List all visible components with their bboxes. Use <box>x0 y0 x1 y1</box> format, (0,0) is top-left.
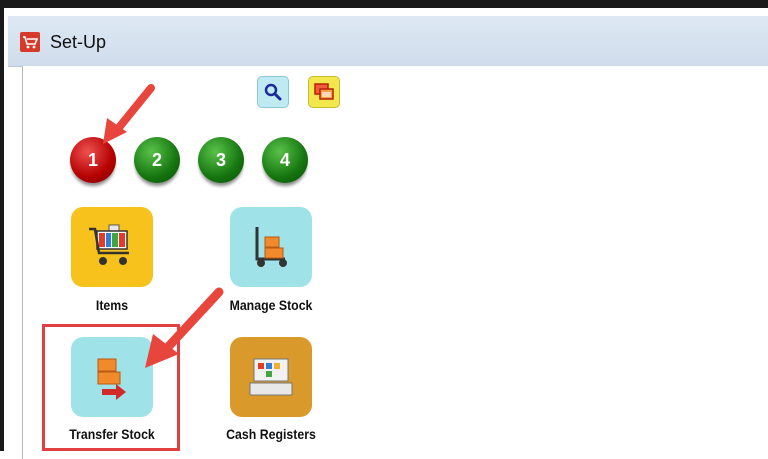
manage-stock-label: Manage Stock <box>229 297 313 313</box>
content-area <box>352 66 768 459</box>
shopping-cart-icon <box>89 224 129 265</box>
items-label: Items <box>95 297 129 313</box>
hand-truck-icon <box>255 227 287 267</box>
cash-register-icon <box>249 358 293 396</box>
app-cart-icon <box>20 32 40 52</box>
cash-registers-label: Cash Registers <box>226 426 316 442</box>
search-button[interactable] <box>257 76 289 108</box>
windows-icon <box>314 83 334 100</box>
page-1-button[interactable]: 1 <box>70 137 116 183</box>
page-3-button[interactable]: 3 <box>198 137 244 183</box>
page-2-button[interactable]: 2 <box>134 137 180 183</box>
title-bar: Set-Up <box>8 16 768 67</box>
manage-stock-tile[interactable] <box>230 207 312 287</box>
transfer-stock-highlight <box>42 324 180 451</box>
window-title: Set-Up <box>50 32 107 52</box>
cash-registers-tile[interactable] <box>230 337 312 417</box>
cascade-windows-button[interactable] <box>308 76 340 108</box>
app-window: Set-Up 1 2 3 4 Items Manage Stock Transf… <box>0 0 768 459</box>
page-4-button[interactable]: 4 <box>262 137 308 183</box>
module-panel: 1 2 3 4 Items Manage Stock Transfer Stoc… <box>22 66 353 459</box>
items-tile[interactable] <box>71 207 153 287</box>
search-icon <box>264 83 282 101</box>
